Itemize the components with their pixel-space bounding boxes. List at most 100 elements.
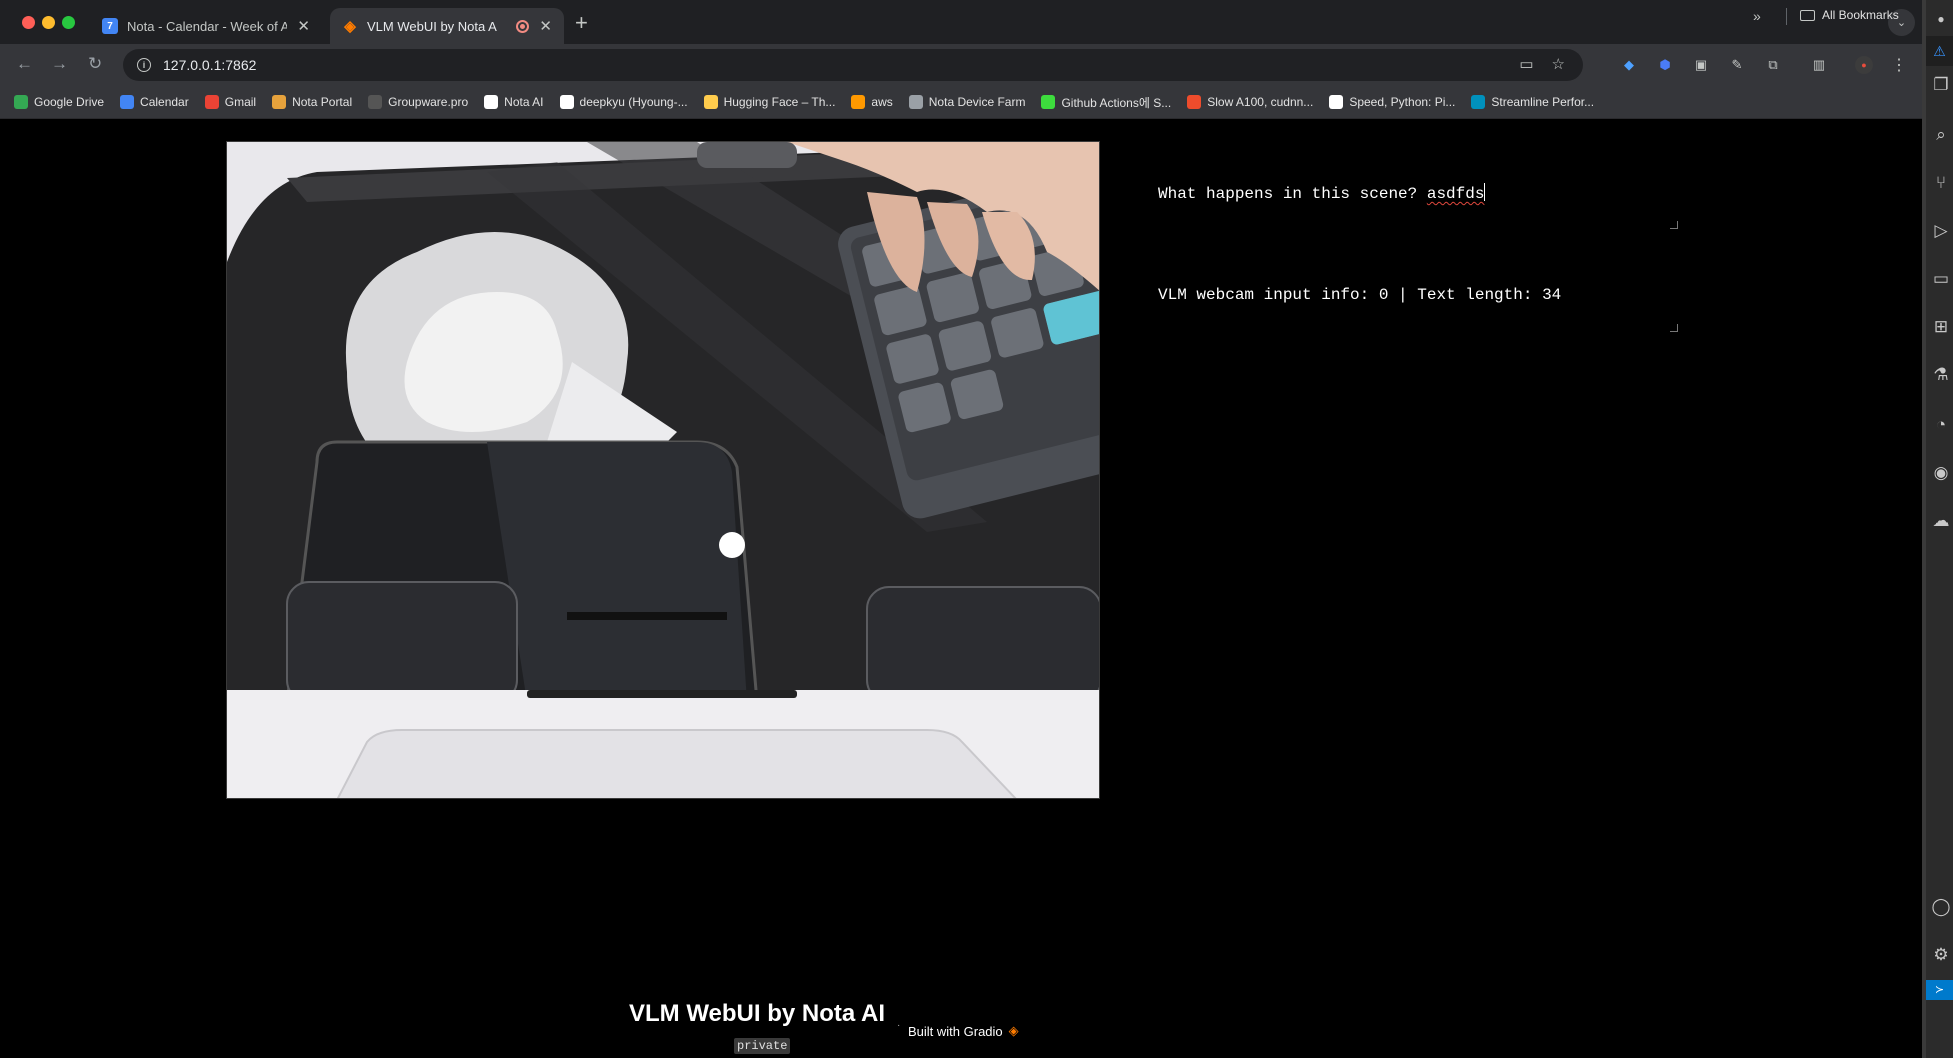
bookmarks-bar: Google Drive Calendar Gmail Nota Portal Grou… xyxy=(0,86,1922,119)
site-info-icon[interactable]: i xyxy=(137,58,151,72)
remote-status-icon[interactable]: ≻ xyxy=(1926,980,1953,1000)
bookmarks-overflow-icon[interactable]: » xyxy=(1753,8,1761,24)
bookmark-label: aws xyxy=(871,95,893,109)
footer-separator: · xyxy=(897,1020,901,1031)
bookmark-label: Groupware.pro xyxy=(388,95,469,109)
reload-icon[interactable]: ↻ xyxy=(88,54,102,74)
window-minimize-button[interactable] xyxy=(42,16,55,29)
bookmark-item[interactable]: Gmail xyxy=(204,95,257,109)
bookmark-label: Hugging Face – Th... xyxy=(723,95,836,109)
bookmark-label: Nota AI xyxy=(504,95,544,109)
camera-in-use-icon[interactable]: ▭ xyxy=(1519,55,1533,73)
built-with-label: Built with Gradio xyxy=(908,1023,1003,1039)
gradio-app: What happens in this scene? asdfds VLM w… xyxy=(0,120,1922,1058)
remote-explorer-icon[interactable]: ▭ xyxy=(1930,268,1952,290)
bookmarks-divider xyxy=(1786,8,1787,25)
github-icon[interactable]: ◉ xyxy=(1930,462,1952,484)
bookmark-item[interactable]: Speed, Python: Pi... xyxy=(1329,95,1455,109)
extensions-puzzle-icon[interactable]: ⧉ xyxy=(1764,56,1782,74)
extension-diamond-icon[interactable]: ◆ xyxy=(1620,56,1638,74)
window-close-button[interactable] xyxy=(22,16,35,29)
source-control-icon[interactable]: ⑂ xyxy=(1930,172,1952,194)
address-url[interactable]: 127.0.0.1:7862 xyxy=(163,57,256,73)
side-panel-icon[interactable]: ▥ xyxy=(1810,56,1828,74)
all-bookmarks-label: All Bookmarks xyxy=(1822,8,1899,22)
bookmark-item[interactable]: Nota Device Farm xyxy=(908,95,1026,109)
info-output-text: VLM webcam input info: 0 | Text length: … xyxy=(1158,286,1562,304)
testing-flask-icon[interactable]: ⚗ xyxy=(1930,364,1952,386)
bookmark-item[interactable]: Streamline Perfor... xyxy=(1471,95,1594,109)
bookmark-item[interactable]: Groupware.pro xyxy=(368,95,468,109)
bookmark-item[interactable]: Calendar xyxy=(120,95,189,109)
forward-arrow-icon[interactable]: → xyxy=(51,54,68,74)
footer-title: VLM WebUI by Nota AI xyxy=(629,1000,886,1027)
pytorch-icon xyxy=(1187,95,1202,109)
tab-calendar[interactable]: 7 Nota - Calendar - Week of Ap ✕ xyxy=(90,8,322,44)
bookmark-label: deepkyu (Hyoung-... xyxy=(579,95,688,109)
accounts-icon[interactable]: ◯ xyxy=(1930,896,1952,918)
private-badge: private xyxy=(734,1038,791,1054)
bookmark-label: Nota Device Farm xyxy=(928,95,1026,109)
tab-title: Nota - Calendar - Week of Ap xyxy=(127,18,288,34)
prompt-textbox[interactable]: What happens in this scene? asdfds xyxy=(1154,171,1682,233)
extension-screenshot-icon[interactable]: ▣ xyxy=(1692,56,1710,74)
bookmark-item[interactable]: Nota Portal xyxy=(272,95,352,109)
back-arrow-icon[interactable]: ← xyxy=(16,54,33,74)
extension-shield-icon[interactable]: ⬢ xyxy=(1656,56,1674,74)
google-drive-icon xyxy=(14,95,28,109)
tab-vlm-webui[interactable]: ◈ VLM WebUI by Nota AI ✕ xyxy=(330,8,564,44)
bookmark-label: Streamline Perfor... xyxy=(1491,95,1595,109)
medium-icon xyxy=(1329,95,1344,109)
bookmark-item[interactable]: Slow A100, cudnn... xyxy=(1187,95,1313,109)
resize-grip-icon[interactable] xyxy=(1670,324,1678,332)
github-icon xyxy=(559,95,574,109)
docker-icon[interactable]: ☁ xyxy=(1930,510,1952,532)
globe-icon xyxy=(908,95,923,109)
recording-indicator-icon xyxy=(516,19,530,33)
bookmark-item[interactable]: Hugging Face – Th... xyxy=(703,95,836,109)
all-bookmarks-button[interactable]: All Bookmarks xyxy=(1800,8,1899,22)
warning-icon[interactable]: ⚠ xyxy=(1926,36,1953,66)
bookmark-item[interactable]: aws xyxy=(851,95,893,109)
calendar-icon xyxy=(120,95,135,109)
github-icon xyxy=(484,95,499,109)
profile-avatar[interactable]: ● xyxy=(1855,56,1873,74)
settings-gear-icon[interactable]: ⚙ xyxy=(1930,944,1952,966)
bookmark-item[interactable]: Github Actions에 S... xyxy=(1041,94,1171,111)
folder-icon xyxy=(1800,9,1815,21)
info-output-textbox[interactable]: VLM webcam input info: 0 | Text length: … xyxy=(1154,274,1682,336)
bookmark-label: Gmail xyxy=(224,95,257,109)
timeline-icon[interactable]: ◔ xyxy=(1930,414,1952,436)
window-zoom-button[interactable] xyxy=(62,16,75,29)
gradio-logo-icon: ◈ xyxy=(1008,1023,1019,1038)
aws-icon xyxy=(851,95,866,109)
extensions-icon[interactable]: ⊞ xyxy=(1930,316,1952,338)
more-menu-icon[interactable]: ⋮ xyxy=(1890,56,1908,74)
bookmark-item[interactable]: Nota AI xyxy=(484,95,544,109)
gmail-icon xyxy=(204,95,219,109)
webcam-feed[interactable] xyxy=(226,141,1100,799)
search-icon[interactable]: ⌕ xyxy=(1930,124,1952,146)
eyedropper-icon[interactable]: ✎ xyxy=(1728,56,1746,74)
calendar-icon: 7 xyxy=(102,18,118,34)
gradio-logo-icon: ◈ xyxy=(344,18,356,35)
run-debug-icon[interactable]: ▷ xyxy=(1930,220,1952,242)
bookmark-star-icon[interactable]: ☆ xyxy=(1552,55,1565,73)
bookmark-label: Slow A100, cudnn... xyxy=(1207,95,1314,109)
bookmark-label: Calendar xyxy=(140,95,189,109)
built-with-gradio-link[interactable]: Built with Gradio ◈ xyxy=(908,1023,1019,1039)
new-tab-button[interactable]: + xyxy=(575,10,588,36)
d-icon xyxy=(1041,95,1056,109)
tab-close-icon[interactable]: ✕ xyxy=(297,17,310,35)
resize-grip-icon[interactable] xyxy=(1670,221,1678,229)
tab-close-icon[interactable]: ✕ xyxy=(539,17,552,35)
browser-toolbar: ← → ↻ i 127.0.0.1:7862 ▭ ☆ ◆ ⬢ ▣ ✎ ⧉ ▥ ●… xyxy=(0,44,1922,86)
address-bar[interactable]: i 127.0.0.1:7862 ▭ ☆ xyxy=(123,49,1583,81)
explorer-files-icon[interactable]: ❐ xyxy=(1930,74,1952,96)
prompt-typo-text: asdfds xyxy=(1426,185,1485,203)
bookmark-label: Google Drive xyxy=(34,95,105,109)
bookmark-item[interactable]: deepkyu (Hyoung-... xyxy=(559,95,688,109)
groupware-icon xyxy=(368,95,383,109)
house-icon xyxy=(272,95,287,109)
bookmark-item[interactable]: Google Drive xyxy=(14,95,104,109)
